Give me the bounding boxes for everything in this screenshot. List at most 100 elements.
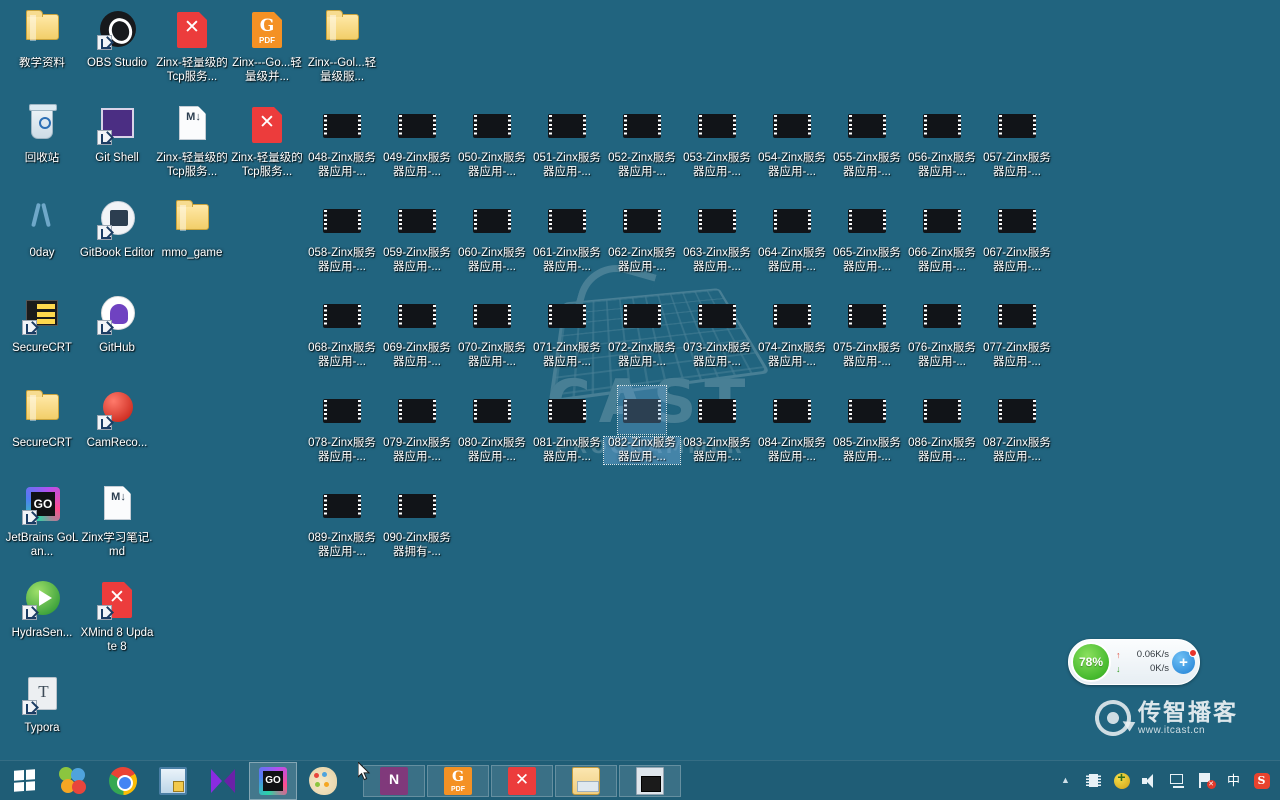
desktop-icon-video-056[interactable]: 056-Zinx服务器应用-... — [904, 101, 980, 179]
desktop-icon-shortcut-13[interactable]: GitHub — [79, 291, 155, 356]
icon-label: 089-Zinx服务器应用-... — [308, 532, 376, 558]
desktop-icon-video-078[interactable]: 078-Zinx服务器应用-... — [304, 386, 380, 464]
desktop-icon-video-067[interactable]: 067-Zinx服务器应用-... — [979, 196, 1055, 274]
desktop-icon-video-087[interactable]: 087-Zinx服务器应用-... — [979, 386, 1055, 464]
desktop-icon-shortcut-7[interactable]: Zinx-轻量级的Tcp服务... — [154, 101, 230, 179]
start-button[interactable] — [0, 761, 48, 800]
desktop-icon-video-064[interactable]: 064-Zinx服务器应用-... — [754, 196, 830, 274]
desktop-icon-video-052[interactable]: 052-Zinx服务器应用-... — [604, 101, 680, 179]
xmind-icon — [93, 576, 141, 624]
video-icon — [618, 291, 666, 339]
desktop-icon-shortcut-14[interactable]: SecureCRT — [4, 386, 80, 451]
action-center-tray-icon[interactable]: ✕ — [1197, 771, 1216, 791]
volume-tray-icon[interactable] — [1141, 771, 1158, 791]
taskbar-window-securecrt[interactable] — [619, 764, 681, 797]
taskbar-window-foxit-pdf[interactable]: G PDF — [427, 764, 489, 797]
taskbar-item-ball[interactable] — [49, 762, 97, 800]
taskbar-item-visual-studio[interactable] — [199, 762, 247, 800]
video-icon — [543, 101, 591, 149]
desktop-icon-video-082[interactable]: 082-Zinx服务器应用-... — [603, 385, 681, 465]
icon-label: 051-Zinx服务器应用-... — [533, 152, 601, 178]
desktop-icon-shortcut-3[interactable]: G PDF Zinx---Go...轻量级并... — [229, 6, 305, 84]
system-tray[interactable]: ▲ ✕ 中 S — [1057, 761, 1280, 800]
desktop-icon-shortcut-1[interactable]: OBS Studio — [79, 6, 155, 71]
desktop-icon-shortcut-20[interactable]: Typora — [4, 671, 80, 736]
shortcut-arrow-icon — [97, 415, 112, 430]
taskbar-item-chrome[interactable] — [99, 762, 147, 800]
desktop-icon-shortcut-0[interactable]: 教学资料 — [4, 6, 80, 71]
taskbar-window-file-explorer[interactable] — [555, 764, 617, 797]
desktop-icon-shortcut-2[interactable]: Zinx-轻量级的Tcp服务... — [154, 6, 230, 84]
desktop-icon-shortcut-18[interactable]: HydraSen... — [4, 576, 80, 641]
network-tray-icon[interactable] — [1169, 771, 1186, 791]
desktop-icon-video-057[interactable]: 057-Zinx服务器应用-... — [979, 101, 1055, 179]
desktop-icon-video-076[interactable]: 076-Zinx服务器应用-... — [904, 291, 980, 369]
taskbar-item-remote-desktop[interactable] — [149, 762, 197, 800]
taskbar-window-onenote[interactable] — [363, 764, 425, 797]
desktop-icon-video-090[interactable]: 090-Zinx服务器拥有-... — [379, 481, 455, 559]
desktop-icon-video-086[interactable]: 086-Zinx服务器应用-... — [904, 386, 980, 464]
taskbar-pinned-group[interactable] — [48, 761, 348, 800]
show-hidden-icons-icon[interactable]: ▲ — [1057, 771, 1074, 791]
desktop-icon-video-073[interactable]: 073-Zinx服务器应用-... — [679, 291, 755, 369]
desktop-icon-video-069[interactable]: 069-Zinx服务器应用-... — [379, 291, 455, 369]
desktop-icon-video-066[interactable]: 066-Zinx服务器应用-... — [904, 196, 980, 274]
desktop-icon-video-085[interactable]: 085-Zinx服务器应用-... — [829, 386, 905, 464]
desktop-icon-shortcut-15[interactable]: CamReco... — [79, 386, 155, 451]
network-speed-widget[interactable]: 78% ↑ 0.06K/s ↓ 0K/s + — [1068, 639, 1200, 685]
desktop-icon-video-074[interactable]: 074-Zinx服务器应用-... — [754, 291, 830, 369]
desktop-icon-video-055[interactable]: 055-Zinx服务器应用-... — [829, 101, 905, 179]
desktop-icon-video-049[interactable]: 049-Zinx服务器应用-... — [379, 101, 455, 179]
video-icon — [468, 101, 516, 149]
desktop-icon-video-060[interactable]: 060-Zinx服务器应用-... — [454, 196, 530, 274]
desktop[interactable]: CAST PROGRAMMER 教学资料OBS StudioZinx-轻量级的T… — [0, 0, 1280, 800]
desktop-icon-video-051[interactable]: 051-Zinx服务器应用-... — [529, 101, 605, 179]
desktop-icon-video-063[interactable]: 063-Zinx服务器应用-... — [679, 196, 755, 274]
taskbar-item-goland[interactable] — [249, 761, 297, 800]
desktop-icon-shortcut-9[interactable]: 0day — [4, 196, 80, 261]
shortcut-arrow-icon — [97, 320, 112, 335]
desktop-icon-shortcut-12[interactable]: SecureCRT — [4, 291, 80, 356]
desktop-icon-shortcut-19[interactable]: XMind 8 Update 8 — [79, 576, 155, 654]
desktop-icon-video-081[interactable]: 081-Zinx服务器应用-... — [529, 386, 605, 464]
desktop-icon-video-070[interactable]: 070-Zinx服务器应用-... — [454, 291, 530, 369]
desktop-icon-video-048[interactable]: 048-Zinx服务器应用-... — [304, 101, 380, 179]
widget-expand-button[interactable]: + — [1172, 648, 1197, 674]
desktop-icon-shortcut-5[interactable]: 回收站 — [4, 101, 80, 166]
video-capture-tray-icon[interactable] — [1085, 771, 1102, 791]
desktop-icon-video-061[interactable]: 061-Zinx服务器应用-... — [529, 196, 605, 274]
desktop-icon-video-068[interactable]: 068-Zinx服务器应用-... — [304, 291, 380, 369]
desktop-icon-video-062[interactable]: 062-Zinx服务器应用-... — [604, 196, 680, 274]
update-tray-icon[interactable] — [1113, 770, 1130, 791]
desktop-icon-video-080[interactable]: 080-Zinx服务器应用-... — [454, 386, 530, 464]
desktop-icon-video-071[interactable]: 071-Zinx服务器应用-... — [529, 291, 605, 369]
taskbar-window-xmind[interactable] — [491, 764, 553, 797]
desktop-icon-shortcut-4[interactable]: Zinx--Gol...轻量级服... — [304, 6, 380, 84]
desktop-icon-video-077[interactable]: 077-Zinx服务器应用-... — [979, 291, 1055, 369]
desktop-icon-shortcut-8[interactable]: Zinx-轻量级的Tcp服务... — [229, 101, 305, 179]
desktop-icon-video-083[interactable]: 083-Zinx服务器应用-... — [679, 386, 755, 464]
desktop-icon-video-089[interactable]: 089-Zinx服务器应用-... — [304, 481, 380, 559]
desktop-icon-video-079[interactable]: 079-Zinx服务器应用-... — [379, 386, 455, 464]
desktop-icon-shortcut-17[interactable]: Zinx学习笔记.md — [79, 481, 155, 559]
taskbar[interactable]: GPDF ▲ ✕ 中 S — [0, 760, 1280, 800]
desktop-icon-shortcut-10[interactable]: GitBook Editor — [79, 196, 155, 261]
desktop-icon-shortcut-6[interactable]: Git Shell — [79, 101, 155, 166]
desktop-icon-video-054[interactable]: 054-Zinx服务器应用-... — [754, 101, 830, 179]
taskbar-window-group[interactable]: GPDF — [362, 764, 682, 797]
ime-language-icon[interactable]: 中 — [1225, 771, 1242, 791]
desktop-icon-video-059[interactable]: 059-Zinx服务器应用-... — [379, 196, 455, 274]
desktop-icon-video-050[interactable]: 050-Zinx服务器应用-... — [454, 101, 530, 179]
desktop-icon-video-072[interactable]: 072-Zinx服务器应用-... — [604, 291, 680, 369]
obs-icon — [93, 6, 141, 54]
taskbar-item-paint[interactable] — [299, 762, 347, 800]
desktop-icon-video-058[interactable]: 058-Zinx服务器应用-... — [304, 196, 380, 274]
desktop-icon-shortcut-11[interactable]: mmo_game — [154, 196, 230, 261]
desktop-icon-video-084[interactable]: 084-Zinx服务器应用-... — [754, 386, 830, 464]
desktop-icon-shortcut-16[interactable]: JetBrains GoLan... — [4, 481, 80, 559]
desktop-icon-video-065[interactable]: 065-Zinx服务器应用-... — [829, 196, 905, 274]
desktop-icon-video-053[interactable]: 053-Zinx服务器应用-... — [679, 101, 755, 179]
desktop-icon-video-075[interactable]: 075-Zinx服务器应用-... — [829, 291, 905, 369]
sogou-input-tray-icon[interactable]: S — [1253, 771, 1270, 791]
goland-icon — [259, 766, 287, 795]
